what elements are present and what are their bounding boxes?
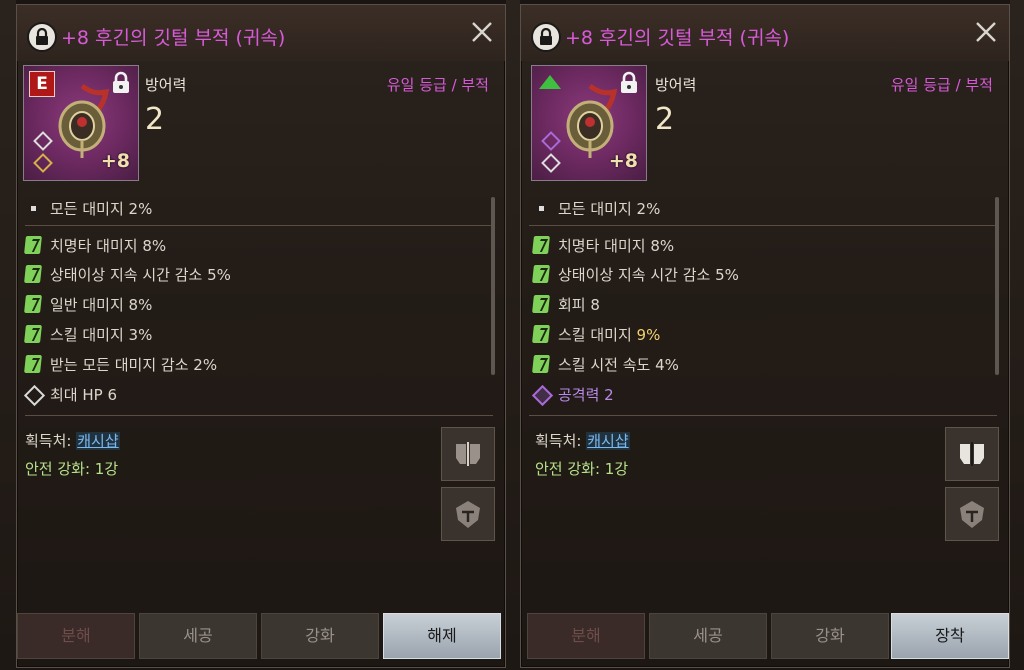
helmet-slot-button[interactable] bbox=[441, 487, 495, 541]
background-left bbox=[0, 0, 16, 670]
close-icon[interactable] bbox=[971, 17, 1001, 47]
green-rune-icon bbox=[24, 236, 42, 254]
stat-label: 방어력 bbox=[655, 76, 697, 94]
engrave-button[interactable]: 세공 bbox=[649, 613, 767, 659]
bullet-icon bbox=[31, 206, 36, 211]
green-rune-icon bbox=[532, 236, 550, 254]
source-link[interactable]: 캐시샵 bbox=[586, 432, 630, 450]
divider bbox=[529, 225, 997, 226]
safe-enhance-text: 안전 강화: 1강 bbox=[25, 460, 119, 478]
green-rune-icon bbox=[24, 355, 42, 373]
stat-value: 2 bbox=[145, 102, 165, 137]
scrollbar[interactable] bbox=[491, 197, 495, 375]
green-rune-icon bbox=[532, 265, 550, 283]
improved-value: 9% bbox=[636, 326, 661, 344]
source-info: 획득처: 캐시샵 bbox=[535, 432, 630, 450]
item-grade: 유일 등급 / 부적 bbox=[890, 76, 993, 94]
green-rune-icon bbox=[532, 295, 550, 313]
enhance-level: +8 bbox=[100, 150, 130, 172]
item-grade: 유일 등급 / 부적 bbox=[386, 76, 489, 94]
source-link[interactable]: 캐시샵 bbox=[76, 432, 120, 450]
purple-diamond-icon bbox=[531, 384, 554, 407]
divider bbox=[529, 415, 997, 416]
green-rune-icon bbox=[24, 265, 42, 283]
white-diamond-icon bbox=[23, 384, 46, 407]
item-tooltip-panel-equipped: +8 후긴의 깃털 부적 (귀속) E +8 방어력 2 유일 등급 / 부적 … bbox=[16, 4, 506, 668]
green-rune-icon bbox=[24, 295, 42, 313]
divider bbox=[25, 415, 493, 416]
item-title: +8 후긴의 깃털 부적 (귀속) bbox=[61, 27, 286, 49]
green-rune-icon bbox=[24, 325, 42, 343]
close-icon[interactable] bbox=[467, 17, 497, 47]
stat-label: 방어력 bbox=[145, 76, 187, 94]
enhance-button[interactable]: 강화 bbox=[261, 613, 379, 659]
item-icon[interactable]: +8 bbox=[531, 65, 647, 181]
bullet-icon bbox=[539, 206, 544, 211]
green-rune-icon bbox=[532, 355, 550, 373]
unequip-button[interactable]: 해제 bbox=[383, 613, 501, 659]
action-bar: 분해 세공 강화 장착 bbox=[521, 607, 1009, 667]
disassemble-button[interactable]: 분해 bbox=[527, 613, 645, 659]
base-option-text: 모든 대미지 2% bbox=[558, 200, 661, 218]
item-icon[interactable]: E +8 bbox=[23, 65, 139, 181]
base-option-text: 모든 대미지 2% bbox=[50, 200, 153, 218]
engrave-button[interactable]: 세공 bbox=[139, 613, 257, 659]
item-tooltip-panel-inventory: +8 후긴의 깃털 부적 (귀속) +8 방어력 2 유일 등급 / 부적 모든… bbox=[520, 4, 1010, 668]
enhance-level: +8 bbox=[608, 150, 638, 172]
bound-lock-icon bbox=[531, 22, 561, 52]
scrollbar[interactable] bbox=[995, 197, 999, 375]
stat-value: 2 bbox=[655, 102, 675, 137]
disassemble-button[interactable]: 분해 bbox=[17, 613, 135, 659]
action-bar: 분해 세공 강화 해제 bbox=[17, 607, 505, 667]
helmet-slot-button[interactable] bbox=[945, 487, 999, 541]
green-rune-icon bbox=[532, 325, 550, 343]
bound-lock-icon bbox=[27, 22, 57, 52]
item-title: +8 후긴의 깃털 부적 (귀속) bbox=[565, 27, 790, 49]
equip-button[interactable]: 장착 bbox=[891, 613, 1009, 659]
compare-slot-button[interactable] bbox=[945, 427, 999, 481]
enhance-button[interactable]: 강화 bbox=[771, 613, 889, 659]
divider bbox=[25, 225, 493, 226]
background-right bbox=[1010, 0, 1024, 670]
safe-enhance-text: 안전 강화: 1강 bbox=[535, 460, 629, 478]
source-info: 획득처: 캐시샵 bbox=[25, 432, 120, 450]
compare-slot-button[interactable] bbox=[441, 427, 495, 481]
background-middle bbox=[506, 0, 520, 670]
